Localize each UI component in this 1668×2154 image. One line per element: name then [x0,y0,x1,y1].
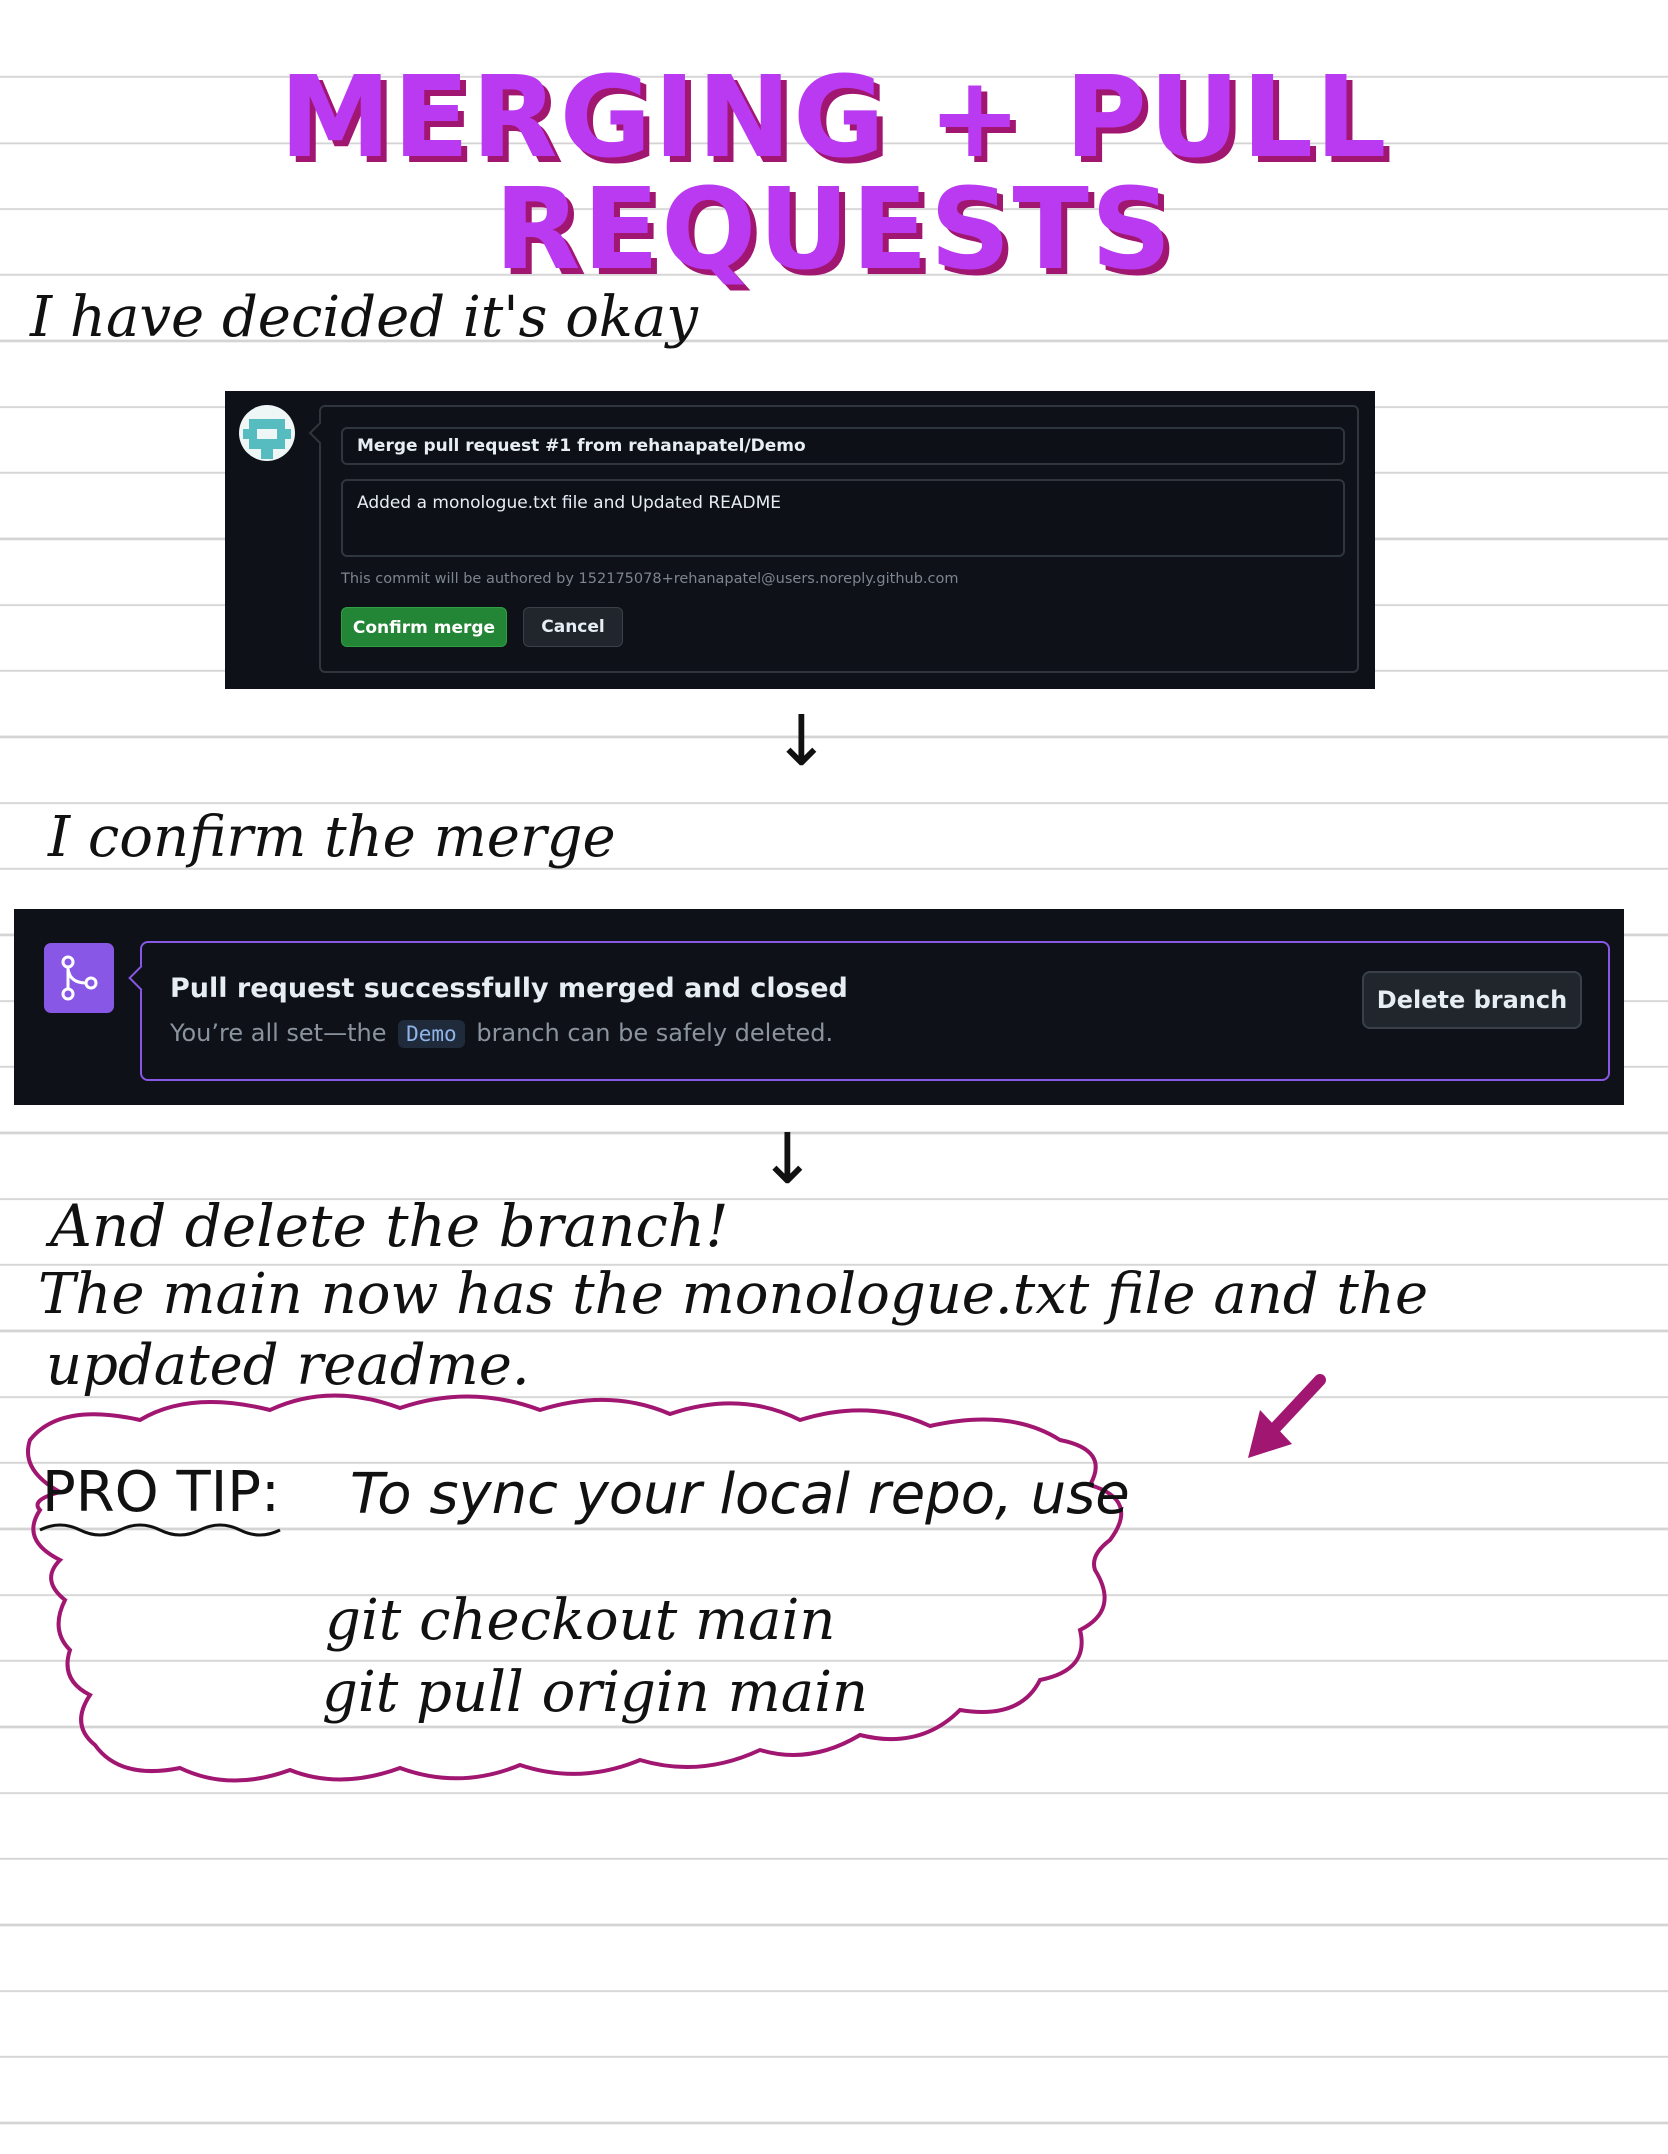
merge-form: Merge pull request #1 from rehanapatel/D… [319,405,1359,673]
merged-subtitle-before: You’re all set—the [170,1019,387,1047]
merge-form-screenshot: Merge pull request #1 from rehanapatel/D… [225,391,1375,689]
pointer-arrow-icon [1248,1374,1326,1458]
commit-title-input[interactable]: Merge pull request #1 from rehanapatel/D… [341,427,1345,465]
note-confirm: I confirm the merge [48,805,616,870]
note-decided: I have decided it's okay [30,285,698,350]
pro-tip-text: To sync your local repo, use [350,1462,1130,1527]
page-title: MERGING + PULL REQUESTS [279,53,1389,295]
cancel-button[interactable]: Cancel [523,607,623,647]
commit-author-note: This commit will be authored by 15217507… [341,571,959,587]
pro-tip-label: PRO TIP: [42,1460,280,1525]
merged-title: Pull request successfully merged and clo… [170,973,848,1004]
confirm-merge-button[interactable]: Confirm merge [341,607,507,647]
avatar [239,405,295,461]
command-line: git pull origin main [322,1660,869,1725]
merged-subtitle: You’re all set—the Demo branch can be sa… [170,1019,833,1048]
merged-subtitle-after: branch can be safely deleted. [476,1019,834,1047]
down-arrow-icon: ↓ [758,1118,817,1200]
command-line: git checkout main [325,1588,836,1653]
commit-message-textarea[interactable]: Added a monologue.txt file and Updated R… [341,479,1345,557]
merged-banner-screenshot: Pull request successfully merged and clo… [14,909,1624,1105]
branch-name-chip: Demo [398,1020,465,1048]
note-delete: And delete the branch! [50,1192,729,1260]
merged-status-box: Pull request successfully merged and clo… [140,941,1610,1081]
down-arrow-icon: ↓ [772,700,831,782]
delete-branch-button[interactable]: Delete branch [1362,971,1582,1029]
git-merge-icon [44,943,114,1013]
note-main-line1: The main now has the monologue.txt file … [38,1262,1429,1327]
